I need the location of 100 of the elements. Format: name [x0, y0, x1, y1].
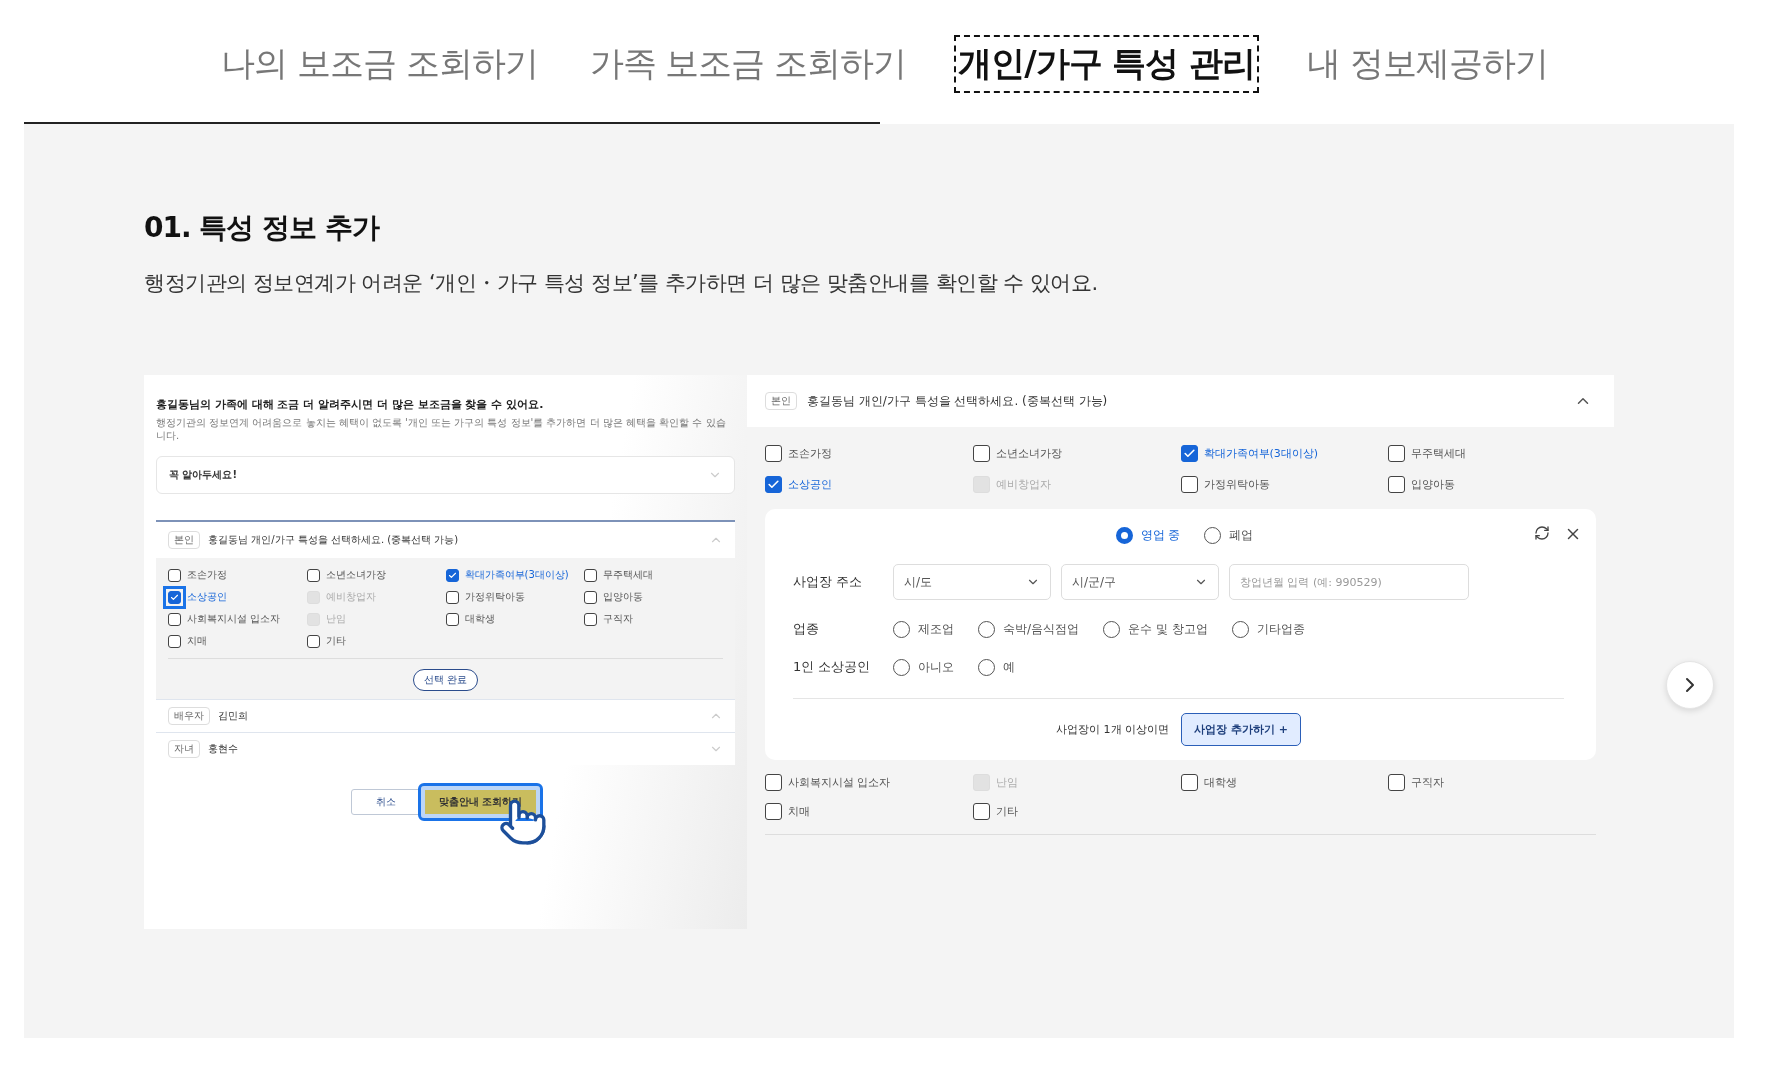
checkbox[interactable]	[1388, 774, 1406, 791]
option-label: 대학생	[464, 612, 495, 626]
checkbox[interactable]	[168, 590, 181, 604]
option-label: 무주택세대	[1411, 446, 1467, 461]
option-label: 예비창업자	[325, 590, 376, 604]
option-label: 치매	[788, 804, 810, 819]
option-label: 사회복지시설 입소자	[788, 775, 891, 790]
checkbox[interactable]	[584, 612, 598, 626]
option-label: 예비창업자	[995, 477, 1051, 492]
date-input[interactable]: 창업년월 입력 (예: 990529)	[1229, 564, 1469, 600]
radio-button[interactable]	[1204, 527, 1222, 544]
checkbox[interactable]	[1180, 774, 1198, 791]
option-label: 기타	[325, 634, 346, 648]
section-description: 행정기관의 정보연계가 어려운 ‘개인・가구 특성 정보’를 추가하면 더 많은 맞춤안내를 확인할 수 있어요.	[144, 270, 1099, 297]
option-label: 소상공인	[788, 477, 832, 492]
checkbox[interactable]	[306, 634, 320, 648]
checkbox[interactable]	[445, 612, 459, 626]
relation-tag: 배우자	[168, 707, 210, 725]
field-label: 업종	[793, 620, 820, 638]
option-label: 구직자	[603, 612, 634, 626]
done-button[interactable]: 선택 완료	[412, 669, 479, 691]
option-label: 난임	[995, 775, 1018, 790]
province-select[interactable]: 시/도	[893, 564, 1051, 600]
option-label: 대학생	[1203, 775, 1237, 790]
checkbox[interactable]	[1180, 445, 1198, 462]
field-label: 사업장 주소	[793, 573, 864, 591]
tab[interactable]: 가족 보조금 조회하기	[585, 35, 911, 93]
option-label: 조손가정	[788, 446, 832, 461]
option-label: 무주택세대	[603, 568, 654, 582]
radio-button[interactable]	[978, 658, 995, 676]
checkbox[interactable]	[972, 803, 990, 820]
notice-accordion[interactable]: 꼭 알아두세요!	[156, 456, 735, 494]
radio-button[interactable]	[1115, 527, 1133, 544]
checkbox[interactable]	[1388, 476, 1406, 493]
radio-label: 숙박/음식점업	[1003, 620, 1080, 638]
checkbox[interactable]	[445, 590, 459, 604]
radio-label: 제조업	[918, 620, 954, 638]
relation-tag: 본인	[168, 531, 200, 549]
checkbox[interactable]	[1180, 476, 1198, 493]
checkbox[interactable]	[765, 774, 782, 791]
checkbox[interactable]	[306, 568, 320, 582]
option-label: 조손가정	[187, 568, 227, 582]
checkbox[interactable]	[765, 476, 782, 493]
check-icon	[767, 478, 780, 491]
radio-button[interactable]	[1103, 620, 1121, 638]
section-title: 01. 특성 정보 추가	[144, 210, 381, 246]
checkbox[interactable]	[584, 568, 598, 582]
checkbox[interactable]	[765, 445, 782, 462]
option-label: 입양아동	[1411, 477, 1456, 492]
radio-button[interactable]	[978, 620, 995, 638]
city-select[interactable]: 시/군/구	[1061, 564, 1219, 600]
option-label: 치매	[187, 634, 207, 648]
radio-label: 기타업종	[1256, 620, 1305, 638]
option-label: 난임	[325, 612, 346, 626]
option-label: 소상공인	[187, 590, 227, 604]
checkbox[interactable]	[168, 568, 181, 582]
option-label: 기타	[995, 804, 1018, 819]
relation-tag: 자녀	[168, 740, 200, 758]
radio-label: 영업 중	[1140, 527, 1181, 544]
panel-heading: 홍길동님의 가족에 대해 조금 더 알려주시면 더 많은 보조금을 찾을 수 있어요.	[156, 397, 545, 412]
radio-button[interactable]	[1231, 620, 1249, 638]
checkbox[interactable]	[445, 568, 459, 582]
checkbox[interactable]	[584, 590, 598, 604]
option-label: 확대가족여부(3대이상)	[464, 568, 569, 582]
option-label: 입양아동	[603, 590, 644, 604]
radio-label: 폐업	[1229, 527, 1254, 544]
option-label: 가정위탁아동	[464, 590, 525, 604]
check-icon	[1182, 447, 1196, 460]
section-heading: 홍길동님 개인/가구 특성을 선택하세요. (중복선택 가능)	[807, 392, 1108, 410]
option-label: 소년소녀가장	[995, 446, 1062, 461]
relation-tag: 본인	[765, 392, 797, 410]
panel-subtext: 행정기관의 정보연계 어려움으로 놓치는 혜택이 없도록 '개인 또는 가구의 특성 정보'를 추가하면 더 많은 혜택을 확인할 수 있습니다.	[156, 416, 727, 442]
radio-label: 운수 및 창고업	[1128, 620, 1208, 638]
notice-label: 꼭 알아두세요!	[169, 468, 238, 482]
option-label: 사회복지시설 입소자	[187, 612, 281, 626]
check-icon	[170, 592, 179, 602]
radio-label: 아니오	[918, 658, 954, 676]
member-name: 김민희	[218, 709, 248, 723]
radio-button[interactable]	[893, 658, 910, 676]
tab[interactable]: 내 정보제공하기	[1303, 35, 1553, 93]
option-label: 소년소녀가장	[325, 568, 386, 582]
tab[interactable]: 개인/가구 특성 관리	[954, 35, 1260, 93]
checkbox[interactable]	[168, 612, 181, 626]
refresh-icon[interactable]	[1534, 525, 1550, 541]
checkbox[interactable]	[972, 445, 990, 462]
add-hint: 사업장이 1개 이상이면	[1056, 722, 1170, 737]
option-label: 구직자	[1411, 775, 1445, 790]
tab[interactable]: 나의 보조금 조회하기	[216, 35, 542, 93]
check-icon	[447, 570, 457, 580]
section-heading: 홍길동님 개인/가구 특성을 선택하세요. (중복선택 가능)	[208, 533, 459, 547]
checkbox[interactable]	[168, 634, 181, 648]
checkbox[interactable]	[1388, 445, 1406, 462]
checkbox[interactable]	[765, 803, 782, 820]
field-label: 1인 소상공인	[793, 658, 872, 676]
option-label: 확대가족여부(3대이상)	[1203, 446, 1319, 461]
radio-button[interactable]	[893, 620, 910, 638]
cancel-button[interactable]: 취소	[350, 789, 421, 815]
add-business-button[interactable]: 사업장 추가하기 +	[1181, 713, 1301, 746]
radio-label: 예	[1003, 658, 1015, 676]
member-name: 홍현수	[208, 742, 238, 756]
